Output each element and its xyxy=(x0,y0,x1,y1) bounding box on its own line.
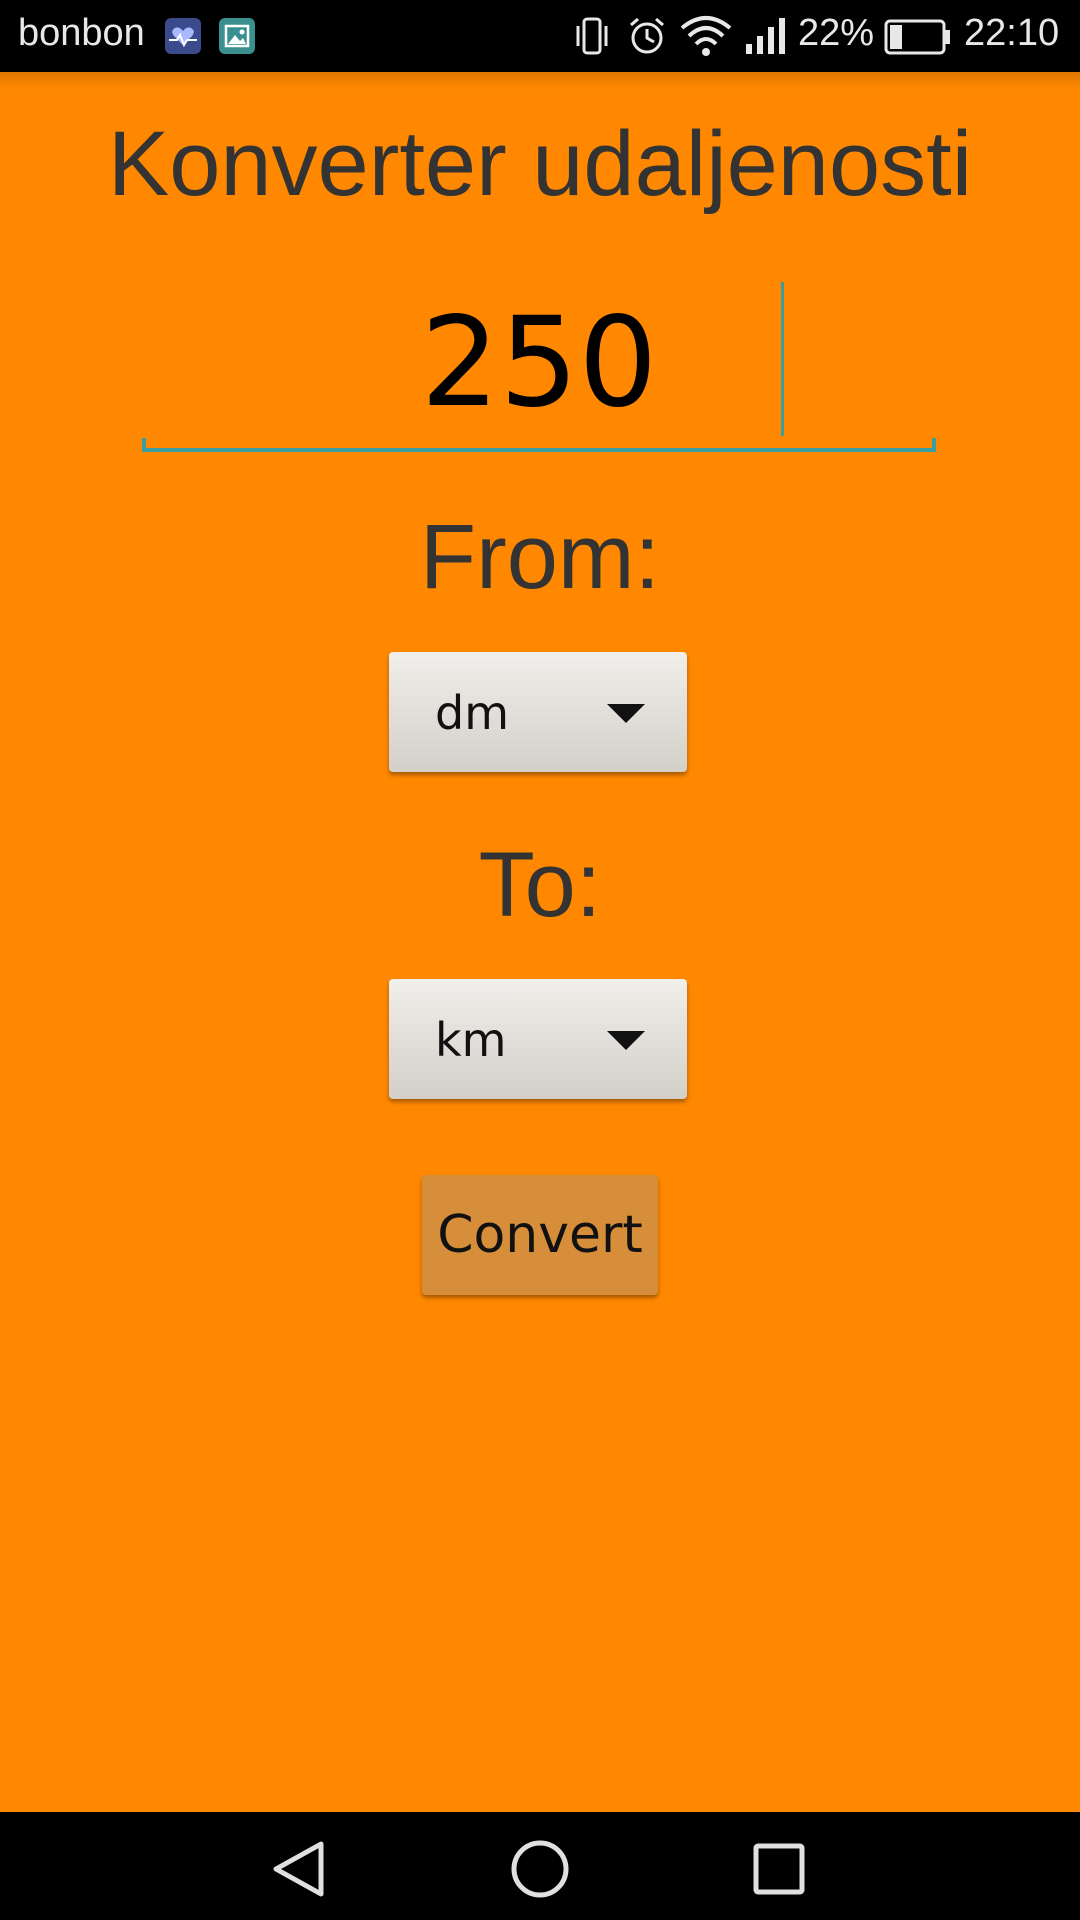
page-title: Konverter udaljenosti xyxy=(107,113,973,215)
status-bar: bonbon 22% 22:10 xyxy=(0,0,1080,72)
input-underline-left-tick xyxy=(142,438,146,452)
recents-icon[interactable] xyxy=(746,1836,812,1902)
status-bar-shadow xyxy=(0,72,1080,90)
home-icon[interactable] xyxy=(507,1836,573,1902)
back-icon[interactable] xyxy=(266,1836,332,1902)
input-underline-right-tick xyxy=(932,438,936,452)
clock: 22:10 xyxy=(964,12,1060,54)
to-unit-value: km xyxy=(435,1013,507,1067)
chevron-down-icon xyxy=(607,704,645,723)
distance-input-value[interactable]: 250 xyxy=(142,298,936,428)
to-unit-dropdown[interactable]: km xyxy=(389,979,687,1099)
battery-icon xyxy=(884,19,950,55)
wifi-icon xyxy=(680,16,732,56)
from-label: From: xyxy=(419,506,661,608)
chevron-down-icon xyxy=(607,1031,645,1050)
from-unit-value: dm xyxy=(435,686,510,740)
vibrate-icon xyxy=(576,17,608,55)
health-app-icon xyxy=(165,18,201,54)
distance-input[interactable]: 250 xyxy=(142,270,936,454)
input-underline xyxy=(142,448,936,452)
signal-icon xyxy=(746,18,785,54)
navigation-bar xyxy=(0,1812,1080,1920)
battery-percent: 22% xyxy=(798,12,875,54)
gallery-app-icon xyxy=(219,18,255,54)
convert-button[interactable]: Convert xyxy=(422,1175,658,1295)
carrier-name: bonbon xyxy=(18,12,145,54)
to-label: To: xyxy=(478,834,602,936)
text-cursor xyxy=(781,282,784,436)
from-unit-dropdown[interactable]: dm xyxy=(389,652,687,772)
alarm-icon xyxy=(630,17,664,54)
